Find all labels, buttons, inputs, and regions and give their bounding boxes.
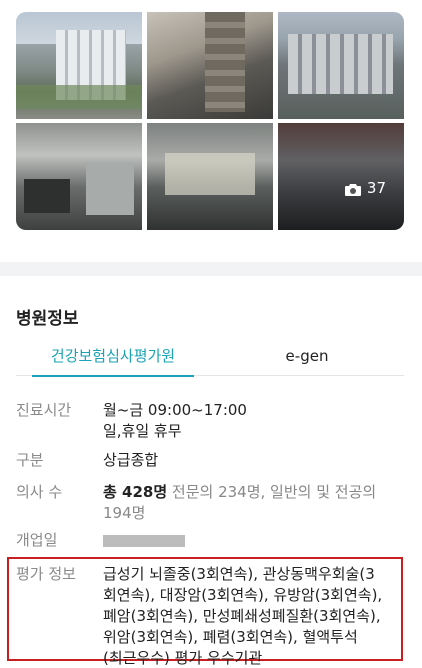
category-label: 구분 — [16, 451, 44, 469]
doctors-label: 의사 수 — [16, 483, 63, 501]
photo-gallery: 37 — [16, 12, 404, 230]
evaluation-line: 폐암(3회연속), 만성폐쇄성폐질환(3회연속), — [103, 607, 381, 625]
doctors-value: 총 428명 전문의 234명, 일반의 및 전공의 194명 — [103, 482, 376, 524]
opened-row: 개업일 — [16, 530, 406, 553]
evaluation-value: 급성기 뇌졸중(3회연속), 관상동맥우회술(3 회연속), 대장암(3회연속)… — [103, 564, 382, 668]
photo-2[interactable] — [147, 12, 273, 119]
section-title: 병원정보 — [16, 309, 79, 329]
hours-row: 진료시간 월~금 09:00~17:00 일,휴일 휴무 — [16, 400, 406, 442]
evaluation-line: (최근우수) 평가 우수기관 — [103, 649, 263, 667]
info-source-tabs: 건강보험심사평가원 e-gen — [16, 344, 404, 377]
photo-5[interactable] — [147, 123, 273, 230]
evaluation-row: 평가 정보 급성기 뇌졸중(3회연속), 관상동맥우회술(3 회연속), 대장암… — [16, 564, 406, 668]
hours-weekday: 월~금 09:00~17:00 — [103, 401, 247, 419]
photo-count-badge: 37 — [344, 179, 386, 197]
doctors-total: 총 428명 — [103, 483, 168, 501]
camera-icon — [344, 182, 361, 196]
hours-holiday: 일,휴일 휴무 — [103, 422, 182, 440]
doctors-detail-2: 194명 — [103, 504, 146, 522]
category-value: 상급종합 — [103, 451, 159, 469]
photo-4[interactable] — [16, 123, 142, 230]
hours-label: 진료시간 — [16, 401, 72, 419]
redacted-value — [103, 535, 185, 547]
photo-3[interactable] — [278, 12, 404, 119]
photo-1[interactable] — [16, 12, 142, 119]
photo-count: 37 — [366, 179, 386, 197]
evaluation-label: 평가 정보 — [16, 565, 76, 583]
hours-value: 월~금 09:00~17:00 일,휴일 휴무 — [103, 400, 247, 442]
tab-hira[interactable]: 건강보험심사평가원 — [16, 344, 210, 377]
evaluation-line: 위암(3회연속), 폐렴(3회연속), 혈액투석 — [103, 628, 358, 646]
evaluation-line: 회연속), 대장암(3회연속), 유방암(3회연속), — [103, 586, 383, 604]
section-divider — [0, 262, 422, 276]
doctors-row: 의사 수 총 428명 전문의 234명, 일반의 및 전공의 194명 — [16, 482, 406, 524]
tab-egen[interactable]: e-gen — [210, 344, 404, 376]
evaluation-line: 급성기 뇌졸중(3회연속), 관상동맥우회술(3 — [103, 565, 375, 583]
category-row: 구분 상급종합 — [16, 450, 406, 471]
opened-value — [103, 530, 185, 553]
doctors-detail: 전문의 234명, 일반의 및 전공의 — [167, 483, 377, 501]
opened-label: 개업일 — [16, 531, 58, 549]
photo-more[interactable]: 37 — [278, 123, 404, 230]
